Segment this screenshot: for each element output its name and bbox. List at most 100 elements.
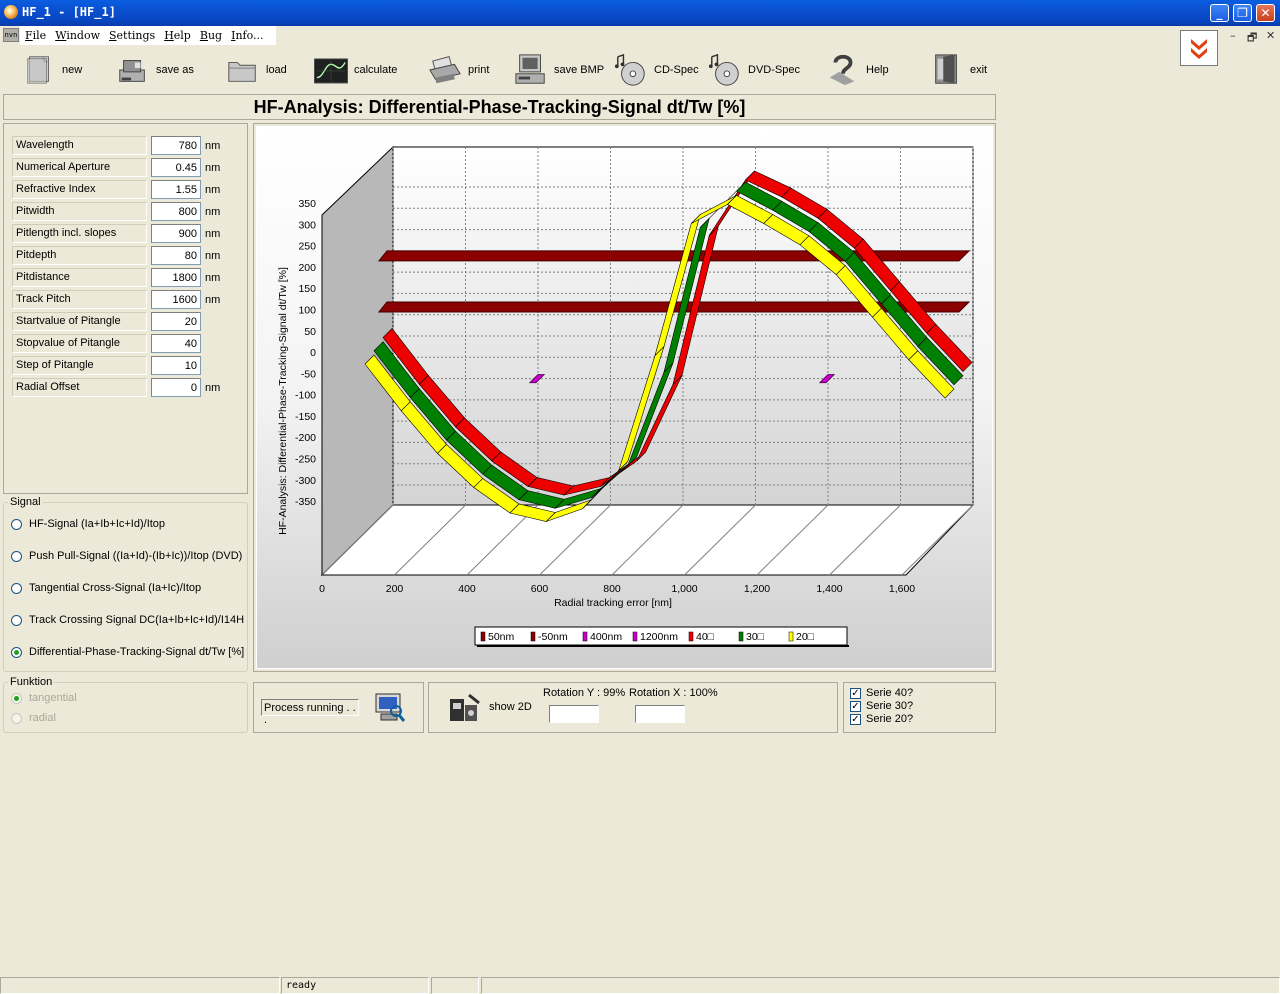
toolbar-label: save as: [156, 64, 194, 76]
legend-entry[interactable]: 1200nm: [640, 631, 678, 643]
menu-file[interactable]: File: [20, 26, 50, 45]
radio-button[interactable]: [11, 646, 22, 658]
menu-bug[interactable]: Bug: [195, 26, 226, 45]
param-input[interactable]: [151, 136, 201, 155]
show-2d-icon[interactable]: [447, 691, 483, 725]
param-label: Pitdistance: [12, 268, 147, 287]
computer-icon: [515, 54, 545, 84]
param-label: Step of Pitangle: [12, 356, 147, 375]
param-input[interactable]: [151, 180, 201, 199]
chart-3d-svg[interactable]: 350 300 250 200 150 100 50 0 -50 -100 -150 -200 -250…: [255, 125, 994, 670]
param-input[interactable]: [151, 246, 201, 265]
radio-option[interactable]: Push Pull-Signal ((Ia+Id)-(Ib+Ic))/Itop …: [11, 550, 242, 562]
toolbar-label: calculate: [354, 64, 398, 76]
param-input[interactable]: [151, 202, 201, 221]
double-chevron-down-icon: [1191, 39, 1207, 59]
menu-list: File Window Settings Help Bug Info...: [20, 26, 276, 45]
toolbar-label: CD-Spec: [654, 64, 699, 76]
collapse-chevron-button[interactable]: [1180, 30, 1218, 66]
restore-button[interactable]: ❐: [1233, 4, 1252, 22]
legend-entry[interactable]: 50nm: [488, 631, 515, 643]
cd-icon: [614, 53, 645, 86]
mdi-child-icon[interactable]: nvn: [3, 28, 19, 42]
legend-entry[interactable]: 30□: [746, 631, 765, 643]
menu-info[interactable]: Info...: [226, 26, 267, 45]
param-input[interactable]: [151, 334, 201, 353]
minimize-button[interactable]: _: [1210, 4, 1229, 22]
toolbar-save-as-button[interactable]: save as: [116, 50, 194, 90]
toolbar-print-button[interactable]: print: [428, 50, 489, 90]
legend-entry[interactable]: -50nm: [538, 631, 568, 643]
radio-option[interactable]: Differential-Phase-Tracking-Signal dt/Tw…: [11, 646, 244, 658]
rotation-x-slider[interactable]: [635, 705, 685, 723]
menu-settings[interactable]: Settings: [104, 26, 159, 45]
funktion-group: Funktion: [3, 676, 248, 733]
toolbar-load-button[interactable]: load: [226, 50, 287, 90]
x-tick-label: 1,000: [671, 583, 697, 595]
radio-button[interactable]: [11, 518, 22, 530]
legend-entry[interactable]: 20□: [796, 631, 815, 643]
x-tick-label: 800: [603, 583, 621, 595]
mdi-restore-button[interactable]: 🗗: [1247, 29, 1257, 48]
toolbar-cd-spec-button[interactable]: CD-Spec: [614, 50, 699, 90]
process-panel: Process running . . .: [253, 682, 424, 733]
radio-option: radial: [11, 712, 56, 724]
checkbox[interactable]: ✓: [850, 687, 861, 699]
radio-button[interactable]: [11, 550, 22, 562]
param-input[interactable]: [151, 290, 201, 309]
checkbox[interactable]: ✓: [850, 700, 861, 712]
series-panel: ✓ Serie 40? ✓ Serie 30? ✓ Serie 20?: [843, 682, 996, 733]
radio-button[interactable]: [11, 614, 22, 626]
series-checkbox[interactable]: ✓ Serie 30?: [850, 700, 913, 712]
toolbar-exit-button[interactable]: exit: [930, 50, 987, 90]
param-input[interactable]: [151, 268, 201, 287]
menu-window[interactable]: Window: [50, 26, 104, 45]
legend-swatch: [530, 631, 536, 642]
param-input[interactable]: [151, 224, 201, 243]
y-tick-label: 300: [298, 219, 316, 231]
checkbox-label: Serie 30?: [866, 700, 914, 712]
x-tick-label: 600: [531, 583, 549, 595]
toolbar-dvd-spec-button[interactable]: DVD-Spec: [708, 50, 800, 90]
app-icon[interactable]: [4, 5, 18, 19]
param-unit: nm: [205, 140, 221, 152]
toolbar-label: exit: [970, 64, 988, 76]
series-checkbox[interactable]: ✓ Serie 20?: [850, 713, 913, 725]
analysis-heading: HF-Analysis: Differential-Phase-Tracking…: [3, 94, 996, 120]
toolbar-calculate-button[interactable]: calculate: [314, 50, 397, 90]
mdi-minimize-button[interactable]: –: [1230, 29, 1236, 42]
show-2d-label[interactable]: show 2D: [489, 701, 532, 713]
toolbar-save-bmp-button[interactable]: save BMP: [514, 50, 604, 90]
legend-entry[interactable]: 40□: [696, 631, 715, 643]
param-input[interactable]: [151, 312, 201, 331]
param-unit: nm: [205, 294, 221, 306]
param-row: Pitwidth nm: [12, 202, 242, 221]
radio-button: [11, 692, 22, 704]
radio-option[interactable]: HF-Signal (Ia+Ib+Ic+Id)/Itop: [11, 518, 165, 530]
param-row: Wavelength nm: [12, 136, 242, 155]
param-input[interactable]: [151, 158, 201, 177]
radio-button[interactable]: [11, 582, 22, 594]
menu-help[interactable]: Help: [159, 26, 195, 45]
x-tick-label: 1,600: [889, 583, 915, 595]
toolbar-new-button[interactable]: new: [22, 50, 82, 90]
param-input[interactable]: [151, 356, 201, 375]
legend-entry[interactable]: 400nm: [590, 631, 622, 643]
series-checkbox[interactable]: ✓ Serie 40?: [850, 687, 913, 699]
y-tick-label: -100: [295, 390, 316, 402]
toolbar-help-button[interactable]: Help: [826, 50, 889, 90]
rotation-y-slider[interactable]: [549, 705, 599, 723]
checkbox[interactable]: ✓: [850, 713, 861, 725]
close-button[interactable]: ✕: [1256, 4, 1275, 22]
radio-option[interactable]: Track Crossing Signal DC(Ia+Ib+Ic+Id)/I1…: [11, 614, 244, 626]
y-tick-label: -350: [295, 496, 316, 508]
title-bar: HF_1 - [HF_1] _ ❐ ✕: [0, 0, 1280, 26]
radio-option[interactable]: Tangential Cross-Signal (Ia+Ic)/Itop: [11, 582, 201, 594]
computer-search-icon[interactable]: [372, 691, 408, 725]
y-tick-label: 250: [298, 241, 316, 253]
menu-bar: nvn File Window Settings Help Bug Info... – 🗗…: [0, 26, 1280, 45]
mdi-close-button[interactable]: ✕: [1266, 29, 1275, 42]
legend-swatch: [582, 631, 588, 642]
param-input[interactable]: [151, 378, 201, 397]
y-tick-label: -200: [295, 432, 316, 444]
